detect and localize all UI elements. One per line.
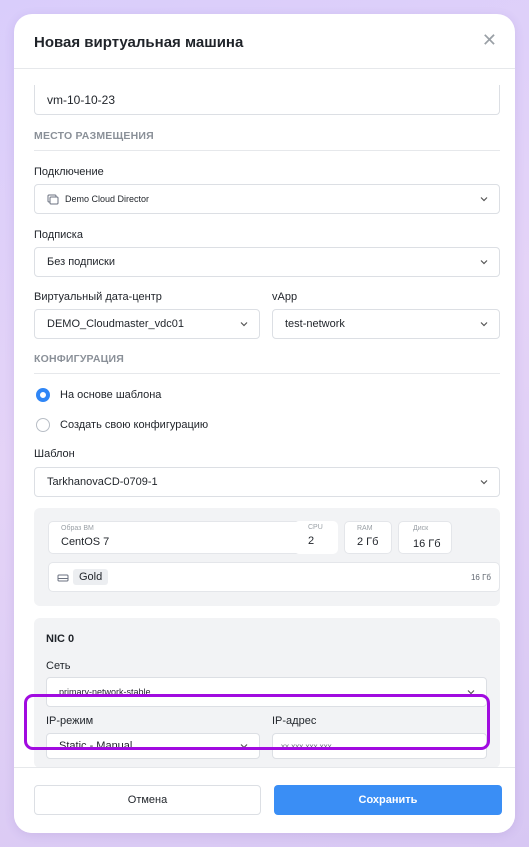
storage-size: 16 Гб [470, 573, 491, 582]
cancel-button[interactable]: Отмена [34, 785, 261, 815]
ram-label: RAM [357, 525, 373, 532]
cpu-label: CPU [308, 524, 323, 531]
vdc-label: Виртуальный дата-центр [34, 291, 162, 303]
radio-custom[interactable] [36, 418, 50, 432]
cloud-director-icon [47, 194, 59, 205]
config-divider [34, 373, 500, 374]
connection-label: Подключение [34, 166, 104, 178]
ram-value: 2 Гб [357, 536, 379, 548]
vdc-select[interactable]: DEMO_Cloudmaster_vdc01 [34, 309, 260, 339]
modal-header: Новая виртуальная машина ✕ [14, 14, 515, 69]
ip-settings-highlight [24, 694, 490, 750]
template-label: Шаблон [34, 448, 75, 460]
storage-card: Gold 16 Гб [48, 562, 500, 592]
radio-custom-label: Создать свою конфигурацию [60, 419, 209, 431]
vdc-value: DEMO_Cloudmaster_vdc01 [47, 318, 184, 330]
radio-template-label: На основе шаблона [60, 389, 162, 401]
placement-divider [34, 150, 500, 151]
connection-value: Demo Cloud Director [65, 194, 150, 204]
image-card: Образ ВМ CentOS 7 [48, 521, 302, 554]
subscription-select[interactable]: Без подписки [34, 247, 500, 277]
close-icon[interactable]: ✕ [482, 31, 497, 49]
vapp-label: vApp [272, 291, 298, 303]
nic-title: NIC 0 [46, 633, 75, 645]
chevron-down-icon [480, 480, 488, 485]
disk-label: Диск [413, 525, 429, 532]
chevron-down-icon [480, 197, 488, 202]
ram-card: RAM 2 Гб [344, 521, 392, 554]
connection-select[interactable]: Demo Cloud Director [34, 184, 500, 214]
modal-footer: Отмена Сохранить [14, 767, 515, 833]
storage-tag: Gold [73, 569, 109, 585]
subscription-label: Подписка [34, 229, 83, 241]
chevron-down-icon [240, 322, 248, 327]
network-label: Сеть [46, 660, 71, 672]
chevron-down-icon [480, 260, 488, 265]
disk-value: 16 Гб [413, 538, 441, 550]
template-select[interactable]: TarkhanovaCD-0709-1 [34, 467, 500, 497]
storage-icon [57, 574, 69, 582]
cpu-card: CPU 2 [294, 521, 338, 554]
image-value: CentOS 7 [61, 536, 110, 548]
vapp-value: test-network [285, 318, 345, 330]
radio-template[interactable] [36, 388, 50, 402]
template-value: TarkhanovaCD-0709-1 [47, 476, 158, 488]
vm-name-value: vm-10-10-23 [47, 92, 116, 107]
vm-name-input[interactable]: vm-10-10-23 [34, 85, 500, 115]
chevron-down-icon [480, 322, 488, 327]
subscription-value: Без подписки [47, 256, 116, 268]
save-button[interactable]: Сохранить [274, 785, 502, 815]
config-section-title: КОНФИГУРАЦИЯ [34, 353, 124, 365]
cpu-value: 2 [308, 535, 315, 547]
image-label: Образ ВМ [61, 525, 94, 532]
disk-card: Диск 16 Гб [398, 521, 452, 554]
template-details-panel: Образ ВМ CentOS 7 CPU 2 RAM 2 Гб Диск 16… [34, 508, 500, 606]
placement-section-title: МЕСТО РАЗМЕЩЕНИЯ [34, 130, 154, 142]
vapp-select[interactable]: test-network [272, 309, 500, 339]
modal-title: Новая виртуальная машина [34, 34, 244, 51]
